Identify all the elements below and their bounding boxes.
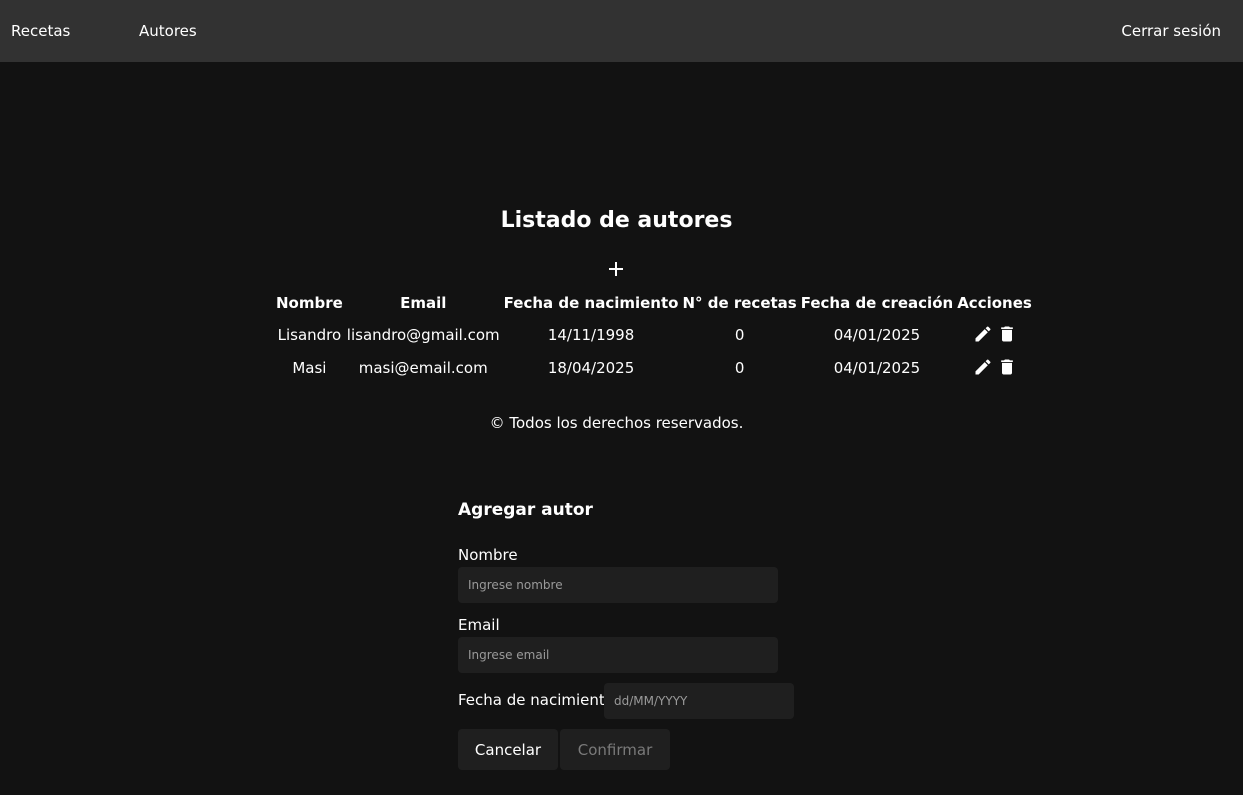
form-title: Agregar autor [458,500,593,520]
nav-link-recetas[interactable]: Recetas [11,22,70,40]
authors-table: Nombre Email Fecha de nacimiento N° de r… [274,288,1034,384]
trash-icon [1000,359,1013,374]
delete-button[interactable] [997,324,1017,344]
cell-email: masi@email.com [358,358,488,377]
cancel-button[interactable]: Cancelar [458,729,558,770]
email-label: Email [458,616,500,634]
cell-nombre: Lisandro [277,325,342,344]
header-fecha-creacion: Fecha de creación [800,294,954,312]
cell-fecha-nacimiento: 18/04/2025 [547,358,635,377]
header-email: Email [400,294,447,312]
add-author-button[interactable] [603,256,629,282]
pencil-icon [975,358,991,374]
cell-acciones [955,318,1034,351]
plus-icon [609,262,623,276]
fecha-nacimiento-input[interactable] [604,683,794,719]
nombre-input[interactable] [458,567,778,603]
nombre-label: Nombre [458,546,518,564]
page-title: Listado de autores [500,208,733,233]
pencil-icon [975,325,991,341]
header-nombre: Nombre [276,294,343,312]
header-acciones: Acciones [957,294,1032,312]
cell-fecha-nacimiento: 14/11/1998 [547,325,635,344]
table-row: Lisandro lisandro@gmail.com 14/11/1998 0… [274,318,1034,351]
nav-link-autores[interactable]: Autores [139,22,197,40]
confirm-button[interactable]: Confirmar [560,729,670,770]
cell-email: lisandro@gmail.com [346,325,500,344]
delete-button[interactable] [997,357,1017,377]
header-fecha-nacimiento: Fecha de nacimiento [503,294,679,312]
trash-icon [1000,326,1013,341]
table-header-row: Nombre Email Fecha de nacimiento N° de r… [274,288,1034,318]
cell-num-recetas: 0 [734,358,745,377]
logout-link[interactable]: Cerrar sesión [1121,22,1221,40]
cell-num-recetas: 0 [734,325,745,344]
cell-nombre: Masi [292,358,327,377]
header-num-recetas: N° de recetas [682,294,797,312]
table-row: Masi masi@email.com 18/04/2025 0 04/01/2… [274,351,1034,384]
cell-fecha-creacion: 04/01/2025 [833,325,921,344]
cell-acciones [955,351,1034,384]
cell-fecha-creacion: 04/01/2025 [833,358,921,377]
edit-button[interactable] [973,324,993,344]
email-input[interactable] [458,637,778,673]
edit-button[interactable] [973,357,993,377]
top-navbar: Recetas Autores Cerrar sesión [0,0,1243,62]
fecha-nacimiento-label: Fecha de nacimiento [458,691,614,709]
copyright-text: © Todos los derechos reservados. [489,414,744,432]
add-author-form: Agregar autor Nombre Email Fecha de naci… [458,498,798,770]
